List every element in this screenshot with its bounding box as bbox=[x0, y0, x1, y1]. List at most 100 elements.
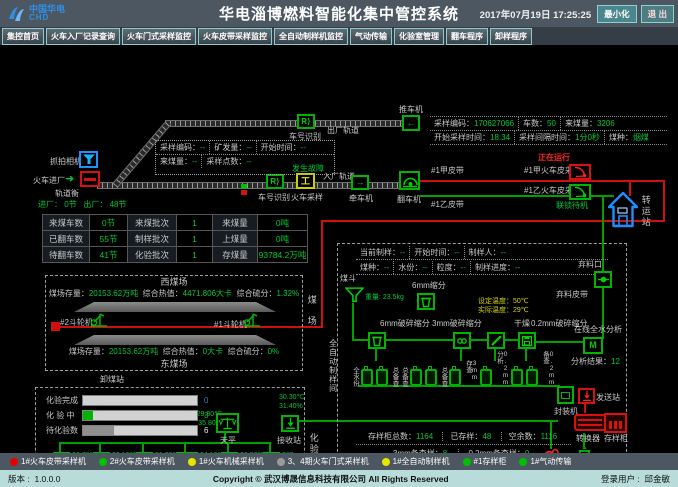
menu-tab-belt-sampling[interactable]: 火车皮带采样监控 bbox=[198, 28, 272, 45]
field: 制样进度：-- bbox=[471, 261, 524, 274]
belt-sampler-b-icon[interactable] bbox=[569, 184, 591, 200]
signal-red bbox=[241, 190, 247, 195]
balance-label: 天平 bbox=[220, 436, 236, 446]
field: 开始时间：-- bbox=[257, 141, 310, 154]
rfid-label: 车号识别 bbox=[258, 193, 290, 203]
field: 矿发量：-- bbox=[210, 141, 256, 154]
field: 采样编码：170627066 bbox=[430, 117, 519, 130]
legend-item: 2#火车皮带采样机 bbox=[99, 456, 175, 467]
coal-hopper-icon[interactable] bbox=[345, 287, 364, 303]
field: 开始采样时间：18:34 bbox=[430, 131, 515, 144]
rfid-reader-icon[interactable]: R⟩ bbox=[266, 174, 284, 189]
pusher-icon[interactable]: ← bbox=[402, 115, 420, 131]
dumper-glyph bbox=[402, 174, 418, 188]
reject-port-icon[interactable] bbox=[594, 271, 612, 288]
balance-icon[interactable] bbox=[216, 413, 239, 433]
receive-station-icon[interactable] bbox=[281, 415, 299, 432]
cabinet-stats-row: 存样柜总数：1164 已存样：48 空余数：1116 bbox=[368, 432, 557, 442]
bar-label: 化 验 中 bbox=[46, 411, 74, 421]
datetime: 2017年07月19日 17:25:25 bbox=[480, 7, 591, 21]
menu-tab-lab-mgmt[interactable]: 化验室管理 bbox=[394, 28, 444, 45]
bottle-label: 总备查 bbox=[391, 367, 398, 387]
weighbridge-icon[interactable] bbox=[80, 171, 100, 187]
sample-bottle bbox=[376, 369, 388, 386]
sampler-a-label: #1甲火车皮采 bbox=[524, 166, 573, 176]
sealing-machine-icon[interactable] bbox=[557, 386, 574, 404]
rotary-dumper-icon[interactable] bbox=[399, 171, 420, 190]
legend-dot bbox=[188, 458, 196, 466]
capture-camera-icon[interactable] bbox=[79, 151, 98, 168]
table-cell-value: 1 bbox=[176, 214, 213, 231]
bucket-glyph bbox=[371, 335, 383, 347]
reject-port-glyph bbox=[598, 274, 609, 285]
crusher-3mm-label: 3mm破碎缩分 bbox=[432, 319, 482, 329]
crusher-02mm-icon[interactable] bbox=[518, 332, 536, 349]
crusher-6mm-icon[interactable] bbox=[368, 332, 386, 349]
train-sampler-icon[interactable]: 工 bbox=[296, 173, 315, 189]
train-sampler-label: 火车采样 bbox=[291, 193, 323, 203]
bottle-label: 总备查 bbox=[440, 367, 447, 387]
main-menu: 集控首页 火车入厂记录查询 火车门式采样监控 火车皮带采样监控 全自动制样机监控… bbox=[0, 27, 678, 45]
sample-cabinet-icon[interactable] bbox=[604, 413, 627, 433]
bucket-wheel-icon[interactable] bbox=[243, 310, 261, 328]
prep-info-row: 煤种：-- 水份：-- 粒度：-- 制样进度：-- bbox=[356, 261, 608, 275]
table-cell-value: 0节 bbox=[89, 214, 128, 231]
sample-bottle bbox=[425, 369, 437, 386]
minimize-button[interactable]: 最小化 bbox=[597, 5, 637, 23]
menu-tab-auto-prep[interactable]: 全自动制样机监控 bbox=[274, 28, 348, 45]
crusher-3mm-icon[interactable] bbox=[453, 332, 471, 349]
logo-text-en: CHD bbox=[29, 14, 65, 22]
field: 煤种：烟煤 bbox=[605, 131, 653, 144]
table-cell-label: 存煤量 bbox=[212, 246, 258, 263]
bucket-glyph bbox=[420, 296, 432, 308]
signal-light bbox=[241, 184, 247, 196]
hopper-label: 煤斗 bbox=[340, 274, 356, 284]
belt-sampler-a-icon[interactable] bbox=[569, 164, 591, 180]
sample-bottle bbox=[410, 369, 422, 386]
legend-item: 1#气动传输 bbox=[519, 456, 571, 467]
transfer-station-label: 转运站 bbox=[640, 195, 651, 228]
mimic-canvas: 抓拍相机 火车进厂 ➜ 轨道衡 进厂： 0节 出厂： 48节 R⟩ 车号识别 出… bbox=[0, 45, 678, 453]
legend-dot bbox=[10, 458, 18, 466]
app-window: 中国华电 CHD 华电淄博燃料智能化集中管控系统 2017年07月19日 17:… bbox=[0, 0, 678, 487]
in-label: 进厂： bbox=[38, 200, 62, 209]
puller-icon[interactable]: → bbox=[351, 175, 369, 190]
out-value: 48节 bbox=[110, 200, 127, 209]
titlebar: 中国华电 CHD 华电淄博燃料智能化集中管控系统 2017年07月19日 17:… bbox=[0, 0, 678, 27]
west-yard-title: 西煤场 bbox=[46, 277, 302, 288]
menu-tab-dumper-program[interactable]: 翻车程序 bbox=[446, 28, 488, 45]
divider-6mm-icon[interactable] bbox=[417, 293, 435, 310]
table-cell-value: 0吨 bbox=[257, 214, 308, 231]
receiver-label: 接收站 bbox=[277, 436, 301, 446]
send-station-icon[interactable] bbox=[578, 388, 595, 404]
converter-icon[interactable] bbox=[574, 414, 606, 431]
balance-glyph bbox=[218, 416, 237, 431]
train-in-label: 火车进厂 bbox=[33, 176, 65, 186]
menu-tab-home[interactable]: 集控首页 bbox=[2, 28, 44, 45]
exit-button[interactable]: 退 出 bbox=[641, 5, 674, 23]
sample-bottle bbox=[526, 369, 538, 386]
in-value: 0节 bbox=[64, 200, 76, 209]
rfid-reader-icon[interactable]: R⟩ bbox=[297, 114, 315, 129]
menu-tab-gate-sampling[interactable]: 火车门式采样监控 bbox=[122, 28, 196, 45]
sender-label: 发送站 bbox=[596, 393, 620, 403]
bucket-wheel-icon[interactable] bbox=[90, 310, 108, 328]
chd-logo-icon bbox=[6, 5, 26, 23]
sampling-info-panel-left: 采样编码：-- 矿发量：-- 开始时间：-- 来煤量：-- 采样点数：-- bbox=[155, 140, 335, 175]
info-row: 采样编码：-- 矿发量：-- 开始时间：-- bbox=[156, 141, 334, 155]
transfer-station-icon[interactable] bbox=[608, 191, 638, 229]
track-inbound bbox=[97, 182, 419, 189]
west-yard-info: 煤场存量：20153.62万吨 综合热值：4471.806大卡 综合硫分：1.3… bbox=[46, 289, 302, 299]
bar-label: 化验完成 bbox=[46, 396, 78, 406]
table-cell-label: 来煤批次 bbox=[127, 214, 177, 231]
legend-dot bbox=[382, 458, 390, 466]
menu-tab-pneumatic[interactable]: 气动传输 bbox=[350, 28, 392, 45]
menu-tab-unload-program[interactable]: 卸样程序 bbox=[490, 28, 532, 45]
table-cell-label: 来煤量 bbox=[212, 214, 258, 231]
unload-station-label: 卸煤站 bbox=[100, 375, 124, 385]
field: 当前制样：-- bbox=[356, 246, 410, 259]
menu-tab-train-entry-records[interactable]: 火车入厂记录查询 bbox=[46, 28, 120, 45]
online-moisture-icon[interactable]: M bbox=[583, 337, 603, 354]
dryer-icon[interactable] bbox=[487, 332, 505, 349]
field: 采样间隔时间：1分0秒 bbox=[515, 131, 605, 144]
